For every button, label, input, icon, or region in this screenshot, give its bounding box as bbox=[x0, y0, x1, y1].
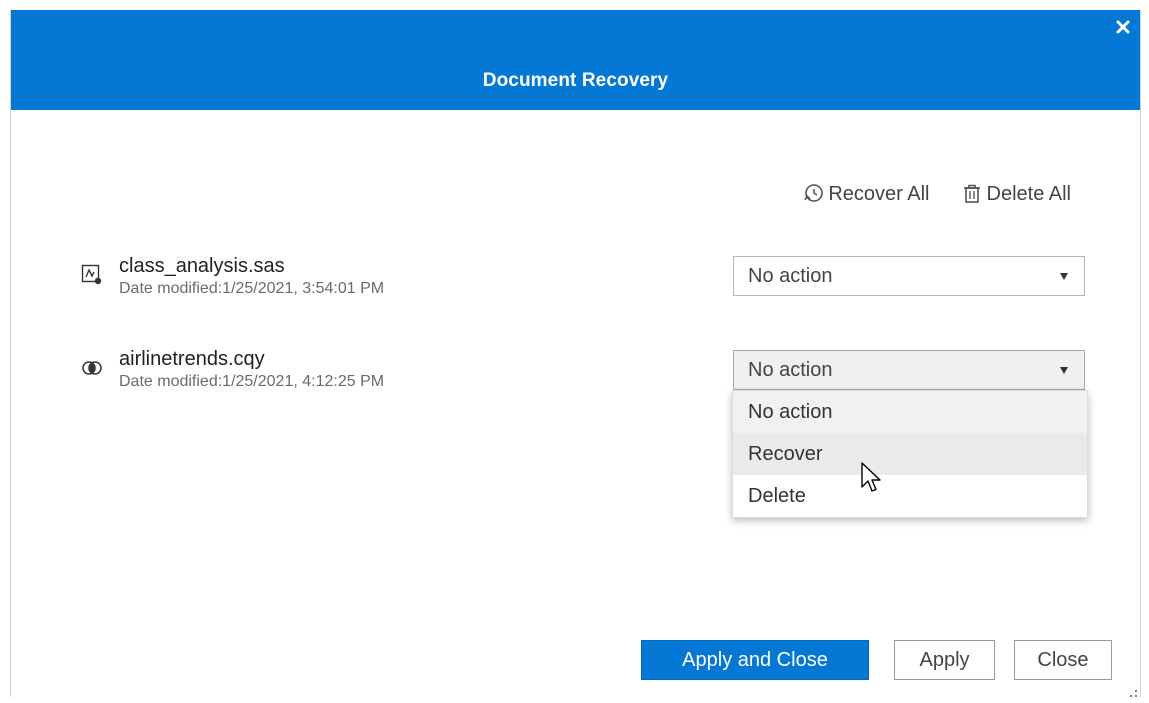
document-name: airlinetrends.cqy bbox=[119, 348, 265, 370]
mouse-pointer-icon bbox=[861, 462, 881, 494]
document-name: class_analysis.sas bbox=[119, 255, 285, 277]
delete-all-label: Delete All bbox=[986, 182, 1072, 205]
action-select[interactable]: No action bbox=[733, 350, 1085, 390]
action-dropdown-list: No action Recover Delete bbox=[732, 390, 1088, 518]
document-row: airlinetrends.cqy Date modified:1/25/202… bbox=[81, 347, 384, 392]
document-row: class_analysis.sas Date modified:1/25/20… bbox=[81, 254, 384, 299]
action-select[interactable]: No action bbox=[733, 256, 1085, 296]
action-select-value: No action bbox=[748, 264, 833, 287]
delete-all-button[interactable]: Delete All bbox=[960, 182, 1072, 206]
recover-icon bbox=[801, 182, 825, 206]
query-icon bbox=[81, 357, 103, 379]
apply-and-close-button[interactable]: Apply and Close bbox=[641, 640, 869, 680]
action-select-value: No action bbox=[748, 358, 833, 381]
sas-program-icon bbox=[81, 264, 103, 286]
dialog-title: Document Recovery bbox=[482, 70, 669, 91]
dropdown-option-no-action[interactable]: No action bbox=[733, 391, 1087, 433]
close-icon[interactable] bbox=[1112, 16, 1134, 38]
document-date: Date modified:1/25/2021, 3:54:01 PM bbox=[119, 280, 385, 297]
recover-all-button[interactable]: Recover All bbox=[801, 182, 930, 206]
chevron-down-icon bbox=[1060, 273, 1068, 280]
close-button[interactable]: Close bbox=[1014, 640, 1112, 680]
trash-icon bbox=[960, 182, 984, 206]
document-recovery-dialog: Document Recovery Recover All Delete All… bbox=[10, 10, 1141, 697]
resize-grip-icon[interactable] bbox=[1128, 685, 1138, 697]
recover-all-label: Recover All bbox=[828, 182, 930, 205]
dropdown-option-recover[interactable]: Recover bbox=[733, 433, 1087, 475]
dropdown-option-delete[interactable]: Delete bbox=[733, 475, 1087, 517]
chevron-down-icon bbox=[1060, 367, 1068, 374]
apply-button[interactable]: Apply bbox=[894, 640, 995, 680]
bulk-actions: Recover All Delete All bbox=[801, 182, 1071, 206]
document-date: Date modified:1/25/2021, 4:12:25 PM bbox=[119, 373, 385, 390]
dialog-title-bar: Document Recovery bbox=[11, 10, 1140, 110]
